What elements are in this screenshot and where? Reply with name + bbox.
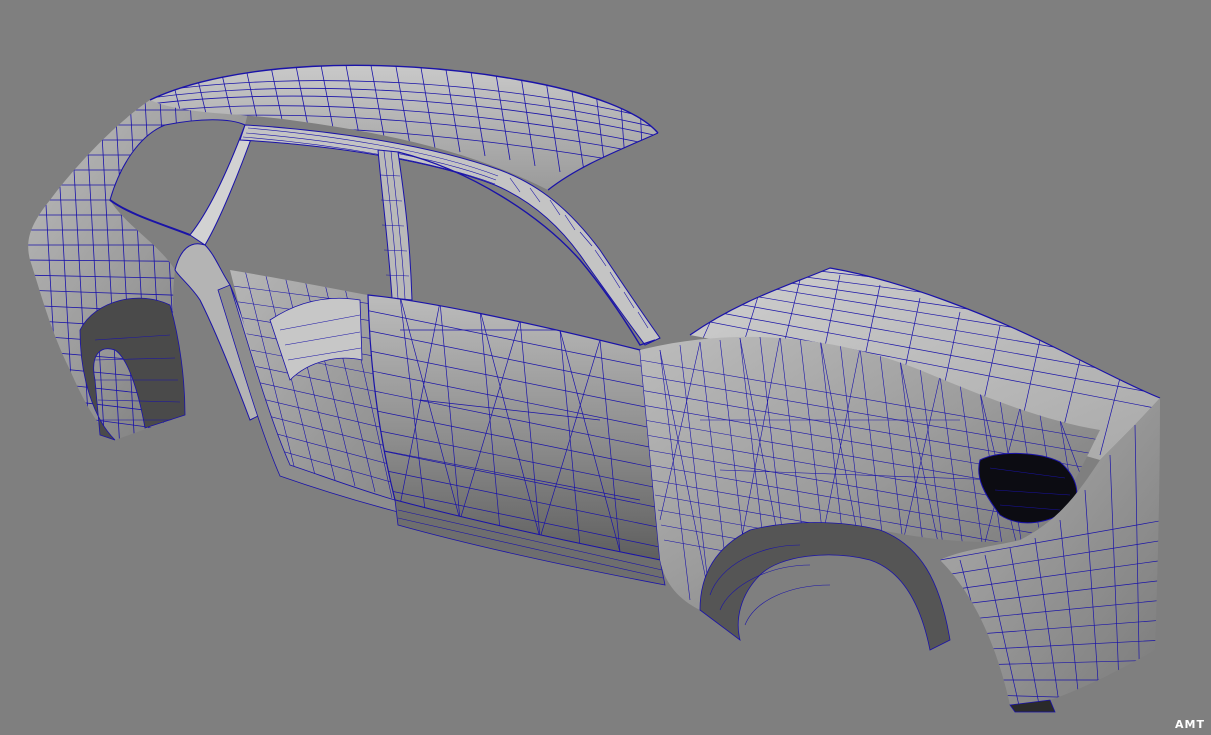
3d-viewport[interactable]: AMT: [0, 0, 1211, 735]
watermark-logo: AMT: [1175, 718, 1205, 731]
car-body-wireframe-model[interactable]: [0, 0, 1211, 735]
front-door-panel: [367, 294, 666, 586]
